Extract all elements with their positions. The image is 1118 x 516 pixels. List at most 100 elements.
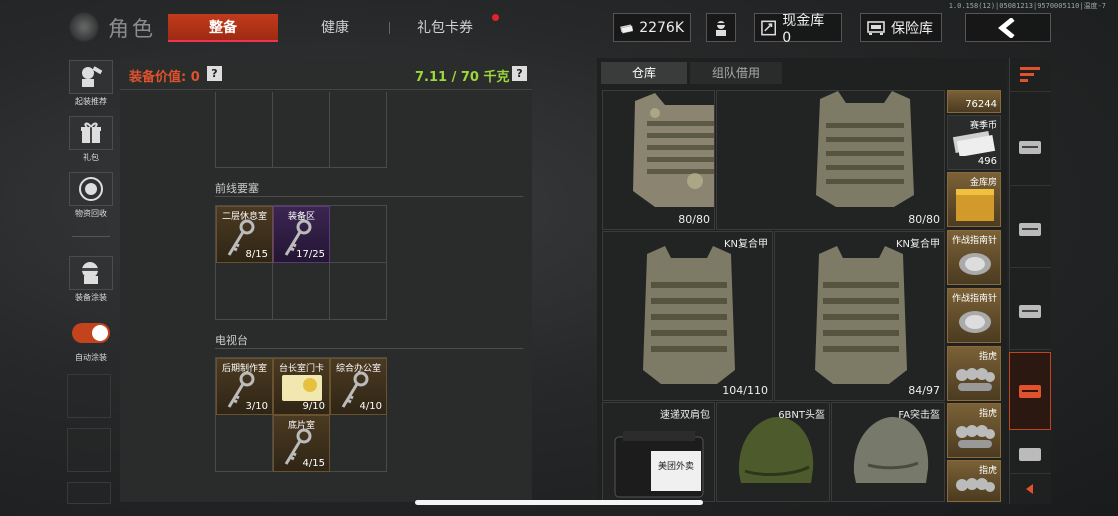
value-help-icon[interactable]: ? [207,66,222,81]
tab-equip[interactable]: 整备 [168,14,278,42]
case-icon [1019,304,1041,318]
inventory-item[interactable]: 80/80 [716,90,945,230]
rail-container-1[interactable] [1009,108,1051,186]
auto-paint-toggle[interactable] [72,323,110,343]
key-count: 17/25 [296,249,325,260]
sidebar-item-auto-paint[interactable]: 自动涂装 [67,316,115,363]
sidebar-item-label: 起装推荐 [75,97,107,106]
weight-help-icon[interactable]: ? [512,66,527,81]
item-durability: 80/80 [908,213,940,226]
inventory-item[interactable]: KN复合甲 104/110 [602,231,773,401]
compass-icon [959,311,991,333]
currency-display[interactable]: 2276K [613,13,691,42]
sidebar-item-label: 装备涂装 [75,293,107,302]
back-button[interactable] [965,13,1051,42]
tab-team-borrow[interactable]: 组队借用 [690,62,782,84]
item-name: 速递双肩包 [660,410,710,421]
tab-divider [389,22,390,34]
item-name: 作战指南针 [951,294,997,304]
rail-container-2[interactable] [1009,190,1051,268]
key-count: 3/10 [245,401,268,412]
inventory-item[interactable]: 指虎 [947,403,1001,458]
item-name: 指虎 [978,409,997,419]
empty-slot [67,428,111,472]
tab-gift-coupons[interactable]: 礼包卡券 [400,14,490,42]
sort-button[interactable] [1009,58,1051,92]
safe-vault-button[interactable]: 保险库 [860,13,942,42]
notification-badge [492,14,499,21]
sidebar-item-recycle[interactable]: 物资回收 [67,172,115,219]
key-item[interactable]: 二层休息室 8/15 [216,206,273,263]
body-armor-icon [816,91,914,207]
inventory-item[interactable]: 6BNT头盔 [716,402,830,502]
inventory-item[interactable]: FA突击盔 [831,402,945,502]
inventory-item[interactable]: 美团外卖 速递双肩包 [602,402,715,502]
recycle-icon [79,177,103,201]
collapse-button[interactable] [1009,474,1051,504]
item-name: 作战指南针 [951,236,997,246]
item-name: 6BNT头盔 [778,410,825,421]
key-count: 4/10 [359,401,382,412]
sidebar-item-paint[interactable]: 装备涂装 [67,256,115,303]
key-item[interactable]: 底片室 4/15 [273,415,330,472]
inventory-item[interactable]: 76244 [947,90,1001,113]
item-name: KN复合甲 [895,239,940,250]
sidebar-item-label: 物资回收 [75,209,107,218]
page-title: 角色 [108,17,156,41]
plate-carrier-icon [633,93,714,207]
rail-container-5[interactable] [1009,434,1051,474]
vault-icon [761,20,777,35]
cash-vault-button[interactable]: 现金库 0 [754,13,842,46]
inventory-item[interactable]: 指虎 [947,460,1001,502]
tab-health[interactable]: 健康 [290,14,380,42]
key-count: 8/15 [245,249,268,260]
character-logo-icon [68,12,100,42]
inventory-item[interactable]: 80/80 [602,90,715,230]
sidebar-item-label: 礼包 [83,153,99,162]
version-text: 1.0.158(12)|05081213|9570005110|温度-7 [948,2,1106,10]
item-name: 指虎 [978,352,997,362]
agent-button[interactable] [706,13,736,42]
inventory-item[interactable]: 指虎 [947,346,1001,401]
section-divider [215,348,523,349]
home-indicator[interactable] [415,500,703,505]
body-armor-icon [815,246,907,384]
key-item[interactable]: 装备区 17/25 [273,206,330,263]
knuckles-icon [956,478,995,492]
case-icon [1019,222,1041,236]
tab-warehouse[interactable]: 仓库 [601,62,687,84]
sidebar-item-loadout[interactable]: 起装推荐 [67,60,115,107]
inventory-item[interactable]: 金库房 [947,172,1001,227]
key-count: 4/15 [302,458,325,469]
weight-display: 7.11 / 70 千克 [415,70,510,85]
key-item[interactable]: 台长室门卡 9/10 [273,358,330,415]
backpack-icon: 美团外卖 [614,431,704,498]
cash-vault-label: 现金库 0 [782,12,825,46]
item-name: 指虎 [978,466,997,476]
gold-box-icon [956,189,994,221]
sidebar-item-label: 自动涂装 [75,353,107,362]
rail-container-4[interactable] [1009,352,1051,430]
cash-icon [620,24,634,33]
back-arrow-icon [998,17,1015,38]
inventory-item[interactable]: 作战指南针 [947,230,1001,285]
key-item[interactable]: 后期制作室 3/10 [216,358,273,415]
body-armor-icon [643,246,735,384]
item-count: 76244 [965,99,997,110]
helmet-icon [853,417,929,483]
key-item[interactable]: 综合办公室 4/10 [330,358,387,415]
knuckles-icon [956,368,995,391]
case-icon [1019,140,1041,154]
operator-icon [716,20,726,36]
inventory-item[interactable]: KN复合甲 84/97 [774,231,945,401]
section-title: 电视台 [215,334,248,347]
rail-container-3[interactable] [1009,272,1051,350]
loadout-icon [82,66,103,87]
currency-amount: 2276K [639,19,684,36]
inventory-item[interactable]: 赛季币 496 [947,115,1001,170]
keycard-icon [282,375,322,401]
inventory-item[interactable]: 作战指南针 [947,288,1001,343]
sidebar-item-gift[interactable]: 礼包 [67,116,115,163]
compass-icon [959,253,991,275]
season-coin-icon [952,130,996,156]
